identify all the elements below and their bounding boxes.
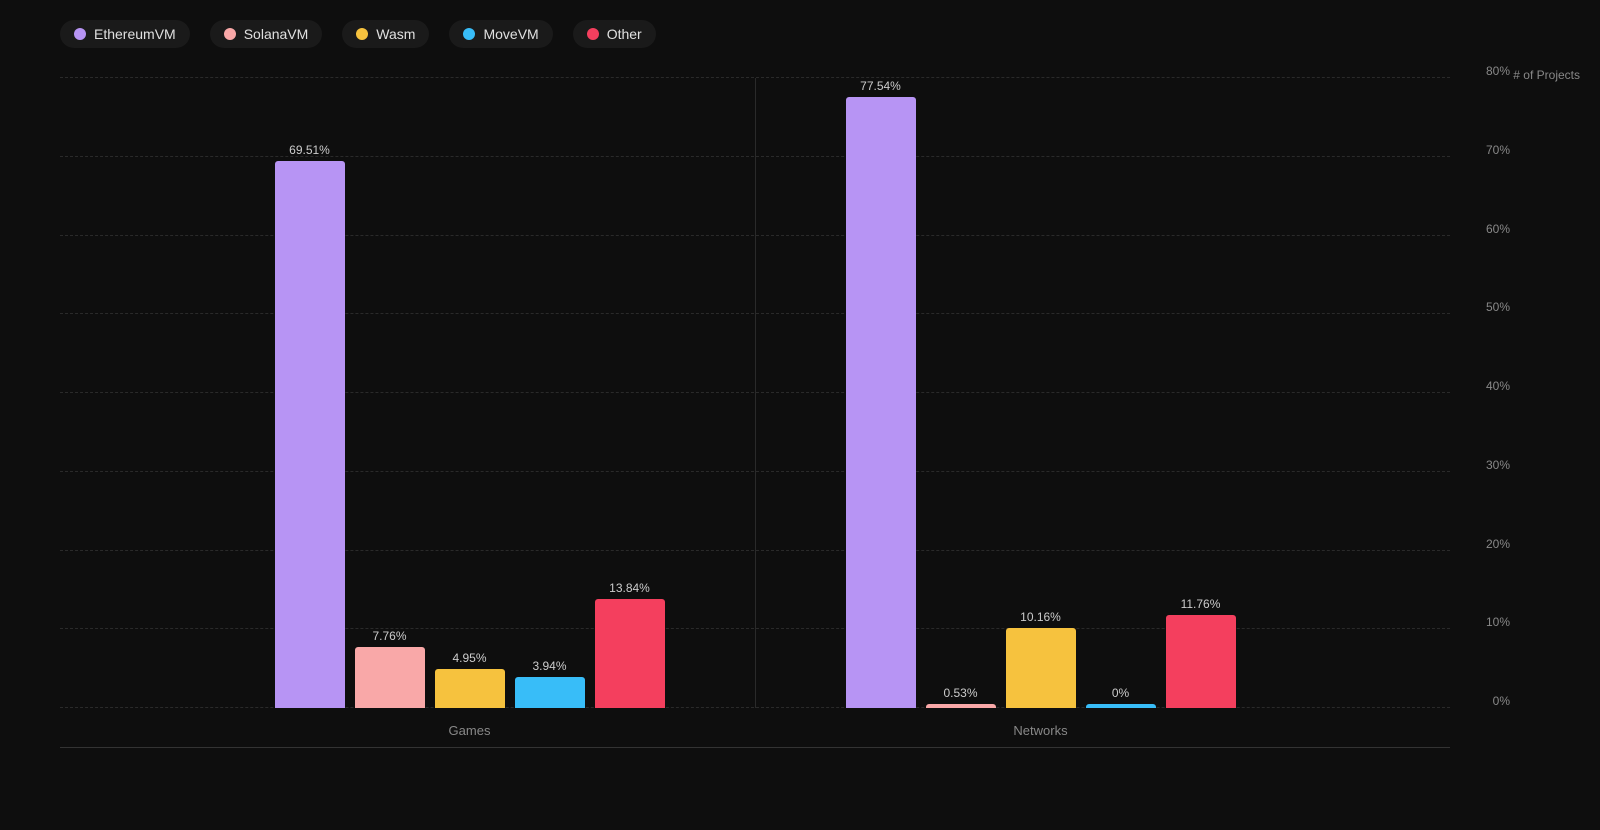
legend-dot-move-vm (463, 28, 475, 40)
legend: EthereumVM SolanaVM Wasm MoveVM Other (60, 20, 1520, 48)
legend-label-solana-vm: SolanaVM (244, 26, 309, 42)
bar-games-solanavm (355, 647, 425, 708)
bar-networks-ethereumvm (846, 97, 916, 708)
legend-label-ethereum-vm: EthereumVM (94, 26, 176, 42)
bar-networks-other (1166, 615, 1236, 708)
bar-label-networks-wasm: 10.16% (1020, 610, 1061, 624)
bar-networks-solanavm (926, 704, 996, 708)
bar-networks-movevm (1086, 704, 1156, 708)
y-tick-50%: 50% (1486, 300, 1510, 314)
category-divider (755, 78, 756, 708)
bar-label-networks-ethereumvm: 77.54% (860, 79, 901, 93)
x-axis (60, 747, 1450, 748)
bar-games-wasm (435, 669, 505, 708)
legend-dot-solana-vm (224, 28, 236, 40)
bar-label-networks-other: 11.76% (1181, 597, 1221, 611)
chart-container: EthereumVM SolanaVM Wasm MoveVM Other # … (0, 0, 1600, 830)
legend-dot-ethereum-vm (74, 28, 86, 40)
y-tick-10%: 10% (1486, 615, 1510, 629)
bar-label-networks-solanavm: 0.53% (943, 686, 977, 700)
category-group-networks: 77.54%0.53%10.16%0%11.76%Networks (786, 79, 1296, 708)
bar-wrapper-games-movevm: 3.94% (515, 659, 585, 708)
category-label-networks: Networks (1013, 723, 1067, 738)
bar-wrapper-networks-other: 11.76% (1166, 597, 1236, 708)
category-group-games: 69.51%7.76%4.95%3.94%13.84%Games (215, 143, 725, 708)
bars-section: 69.51%7.76%4.95%3.94%13.84%Games77.54%0.… (60, 78, 1450, 708)
bar-label-games-other: 13.84% (609, 581, 650, 595)
legend-label-wasm: Wasm (376, 26, 415, 42)
y-tick-60%: 60% (1486, 222, 1510, 236)
bar-label-games-ethereumvm: 69.51% (289, 143, 330, 157)
y-axis-label: # of Projects (1513, 68, 1580, 82)
bar-games-other (595, 599, 665, 708)
legend-item-ethereum-vm: EthereumVM (60, 20, 190, 48)
legend-item-wasm: Wasm (342, 20, 429, 48)
bar-networks-wasm (1006, 628, 1076, 708)
y-tick-20%: 20% (1486, 537, 1510, 551)
chart-area: # of Projects 80%70%60%50%40%30%20%10%0%… (60, 78, 1520, 748)
y-tick-70%: 70% (1486, 143, 1510, 157)
y-tick-30%: 30% (1486, 458, 1510, 472)
legend-item-other: Other (573, 20, 656, 48)
bar-label-games-wasm: 4.95% (452, 651, 486, 665)
legend-label-move-vm: MoveVM (483, 26, 538, 42)
bar-games-movevm (515, 677, 585, 708)
bar-wrapper-games-ethereumvm: 69.51% (275, 143, 345, 708)
bar-wrapper-games-wasm: 4.95% (435, 651, 505, 708)
bar-label-networks-movevm: 0% (1112, 686, 1129, 700)
bar-wrapper-networks-wasm: 10.16% (1006, 610, 1076, 708)
category-label-games: Games (449, 723, 491, 738)
legend-item-move-vm: MoveVM (449, 20, 552, 48)
bar-wrapper-games-solanavm: 7.76% (355, 629, 425, 708)
legend-dot-wasm (356, 28, 368, 40)
legend-dot-other (587, 28, 599, 40)
bar-games-ethereumvm (275, 161, 345, 708)
bar-wrapper-networks-solanavm: 0.53% (926, 686, 996, 708)
bar-wrapper-games-other: 13.84% (595, 581, 665, 708)
y-tick-80%: 80% (1486, 64, 1510, 78)
bar-wrapper-networks-movevm: 0% (1086, 686, 1156, 708)
y-tick-40%: 40% (1486, 379, 1510, 393)
y-tick-0%: 0% (1493, 694, 1510, 708)
legend-label-other: Other (607, 26, 642, 42)
bar-label-games-solanavm: 7.76% (372, 629, 406, 643)
bar-wrapper-networks-ethereumvm: 77.54% (846, 79, 916, 708)
legend-item-solana-vm: SolanaVM (210, 20, 323, 48)
bar-label-games-movevm: 3.94% (532, 659, 566, 673)
